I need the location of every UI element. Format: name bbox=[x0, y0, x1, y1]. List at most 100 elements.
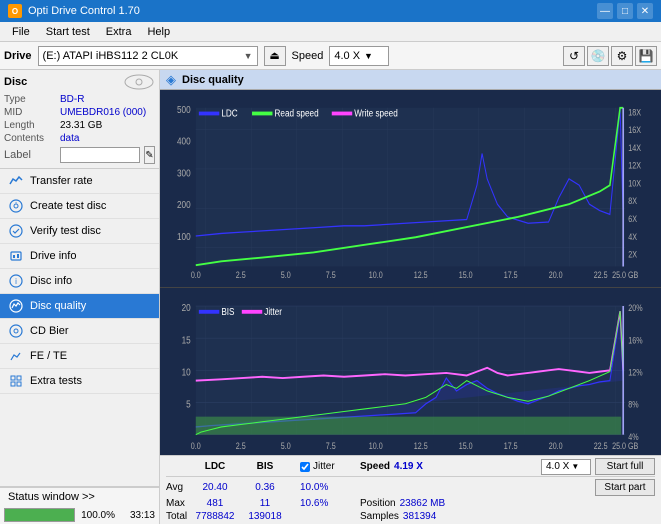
svg-text:14X: 14X bbox=[628, 143, 641, 153]
speed-select[interactable]: 4.0 X ▼ bbox=[329, 46, 389, 66]
label-edit-button[interactable]: ✎ bbox=[144, 146, 155, 164]
time-text: 33:13 bbox=[119, 510, 155, 521]
nav-disc-quality[interactable]: Disc quality bbox=[0, 294, 159, 319]
nav-verify-test-disc-label: Verify test disc bbox=[30, 225, 101, 237]
svg-text:2X: 2X bbox=[628, 250, 637, 260]
nav-disc-info-label: Disc info bbox=[30, 275, 72, 287]
contents-value: data bbox=[60, 133, 79, 144]
svg-text:LDC: LDC bbox=[221, 108, 238, 119]
minimize-button[interactable]: — bbox=[597, 3, 613, 19]
svg-text:20.0: 20.0 bbox=[549, 441, 563, 451]
length-label: Length bbox=[4, 120, 56, 131]
svg-text:100: 100 bbox=[177, 231, 191, 242]
drive-label: Drive bbox=[4, 50, 32, 62]
svg-text:Read speed: Read speed bbox=[275, 108, 319, 119]
start-full-button[interactable]: Start full bbox=[595, 458, 655, 475]
maximize-button[interactable]: □ bbox=[617, 3, 633, 19]
menubar: File Start test Extra Help bbox=[0, 22, 661, 42]
nav-fe-te[interactable]: FE / TE bbox=[0, 344, 159, 369]
svg-text:12X: 12X bbox=[628, 161, 641, 171]
nav-fe-te-label: FE / TE bbox=[30, 350, 67, 362]
disc-panel-icon bbox=[123, 74, 155, 90]
jitter-checkbox-area[interactable]: Jitter bbox=[300, 461, 360, 472]
nav-disc-quality-label: Disc quality bbox=[30, 300, 86, 312]
nav-extra-tests[interactable]: Extra tests bbox=[0, 369, 159, 394]
close-button[interactable]: ✕ bbox=[637, 3, 653, 19]
nav-create-test-disc-label: Create test disc bbox=[30, 200, 106, 212]
speed-stat-dropdown[interactable]: 4.0 X ▼ bbox=[541, 459, 591, 475]
menu-extra[interactable]: Extra bbox=[98, 25, 140, 39]
drive-info-icon bbox=[8, 248, 24, 264]
length-value: 23.31 GB bbox=[60, 120, 102, 131]
svg-text:5.0: 5.0 bbox=[281, 270, 291, 280]
nav-drive-info-label: Drive info bbox=[30, 250, 76, 262]
disc-button[interactable]: 💿 bbox=[587, 46, 609, 66]
nav-verify-test-disc[interactable]: Verify test disc bbox=[0, 219, 159, 244]
avg-label: Avg bbox=[166, 482, 190, 493]
progress-bar-outer bbox=[4, 508, 75, 522]
app-title: Opti Drive Control 1.70 bbox=[28, 5, 140, 17]
nav-transfer-rate[interactable]: Transfer rate bbox=[0, 169, 159, 194]
position-label: Position bbox=[360, 498, 396, 509]
menu-starttest[interactable]: Start test bbox=[38, 25, 98, 39]
bottom-controls: LDC BIS Jitter Speed 4.19 X bbox=[160, 455, 661, 524]
cd-bier-icon bbox=[8, 323, 24, 339]
total-bis: 139018 bbox=[248, 511, 281, 522]
main-area: Disc Type BD-R MID UMEBDR016 (000) Lengt… bbox=[0, 70, 661, 524]
start-part-button[interactable]: Start part bbox=[595, 479, 655, 496]
svg-text:200: 200 bbox=[177, 199, 191, 210]
svg-text:10.0: 10.0 bbox=[369, 441, 383, 451]
nav-cd-bier[interactable]: CD Bier bbox=[0, 319, 159, 344]
progress-text: 100.0% bbox=[79, 510, 115, 521]
svg-text:2.5: 2.5 bbox=[236, 441, 246, 451]
settings-button[interactable]: ⚙ bbox=[611, 46, 633, 66]
svg-text:2.5: 2.5 bbox=[236, 270, 246, 280]
bottom-chart-svg: 20 15 10 5 20% 16% 12% 8% 4% bbox=[160, 288, 661, 455]
svg-text:500: 500 bbox=[177, 104, 191, 115]
svg-text:400: 400 bbox=[177, 136, 191, 147]
status-window-label: Status window >> bbox=[8, 491, 95, 503]
sidebar: Disc Type BD-R MID UMEBDR016 (000) Lengt… bbox=[0, 70, 160, 524]
svg-text:15.0: 15.0 bbox=[459, 441, 473, 451]
svg-text:25.0 GB: 25.0 GB bbox=[612, 441, 638, 451]
svg-text:5: 5 bbox=[186, 399, 191, 410]
speed-select-arrow: ▼ bbox=[364, 51, 373, 61]
max-jitter: 10.6% bbox=[300, 498, 328, 509]
svg-text:16%: 16% bbox=[628, 335, 642, 345]
progress-bar-inner bbox=[5, 509, 74, 521]
svg-text:8%: 8% bbox=[628, 400, 638, 410]
nav-drive-info[interactable]: Drive info bbox=[0, 244, 159, 269]
statusbar: Status window >> 100.0% 33:13 bbox=[0, 486, 159, 524]
status-window-button[interactable]: Status window >> bbox=[0, 487, 159, 506]
extra-tests-icon bbox=[8, 373, 24, 389]
nav-create-test-disc[interactable]: + Create test disc bbox=[0, 194, 159, 219]
svg-text:Jitter: Jitter bbox=[264, 306, 282, 317]
save-button[interactable]: 💾 bbox=[635, 46, 657, 66]
eject-button[interactable]: ⏏ bbox=[264, 46, 286, 66]
svg-text:10: 10 bbox=[182, 366, 191, 377]
svg-text:22.5: 22.5 bbox=[594, 441, 608, 451]
refresh-button[interactable]: ↺ bbox=[563, 46, 585, 66]
svg-text:0.0: 0.0 bbox=[191, 441, 201, 451]
menu-file[interactable]: File bbox=[4, 25, 38, 39]
svg-text:6X: 6X bbox=[628, 214, 637, 224]
svg-text:7.5: 7.5 bbox=[326, 270, 336, 280]
ldc-header: LDC bbox=[205, 461, 226, 472]
label-input[interactable] bbox=[60, 147, 140, 163]
bis-header: BIS bbox=[257, 461, 274, 472]
nav-items: Transfer rate + Create test disc Verify … bbox=[0, 169, 159, 394]
drivebar: Drive (E:) ATAPI iHBS112 2 CL0K ▼ ⏏ Spee… bbox=[0, 42, 661, 70]
svg-text:17.5: 17.5 bbox=[504, 441, 518, 451]
nav-disc-info[interactable]: i Disc info bbox=[0, 269, 159, 294]
transfer-rate-icon bbox=[8, 173, 24, 189]
fe-te-icon bbox=[8, 348, 24, 364]
drive-select[interactable]: (E:) ATAPI iHBS112 2 CL0K ▼ bbox=[38, 46, 258, 66]
svg-text:20.0: 20.0 bbox=[549, 270, 563, 280]
drive-select-text: (E:) ATAPI iHBS112 2 CL0K bbox=[43, 50, 240, 62]
svg-text:300: 300 bbox=[177, 168, 191, 179]
menu-help[interactable]: Help bbox=[139, 25, 178, 39]
app-icon: O bbox=[8, 4, 22, 18]
svg-text:5.0: 5.0 bbox=[281, 441, 291, 451]
contents-label: Contents bbox=[4, 133, 56, 144]
jitter-checkbox[interactable] bbox=[300, 462, 310, 472]
